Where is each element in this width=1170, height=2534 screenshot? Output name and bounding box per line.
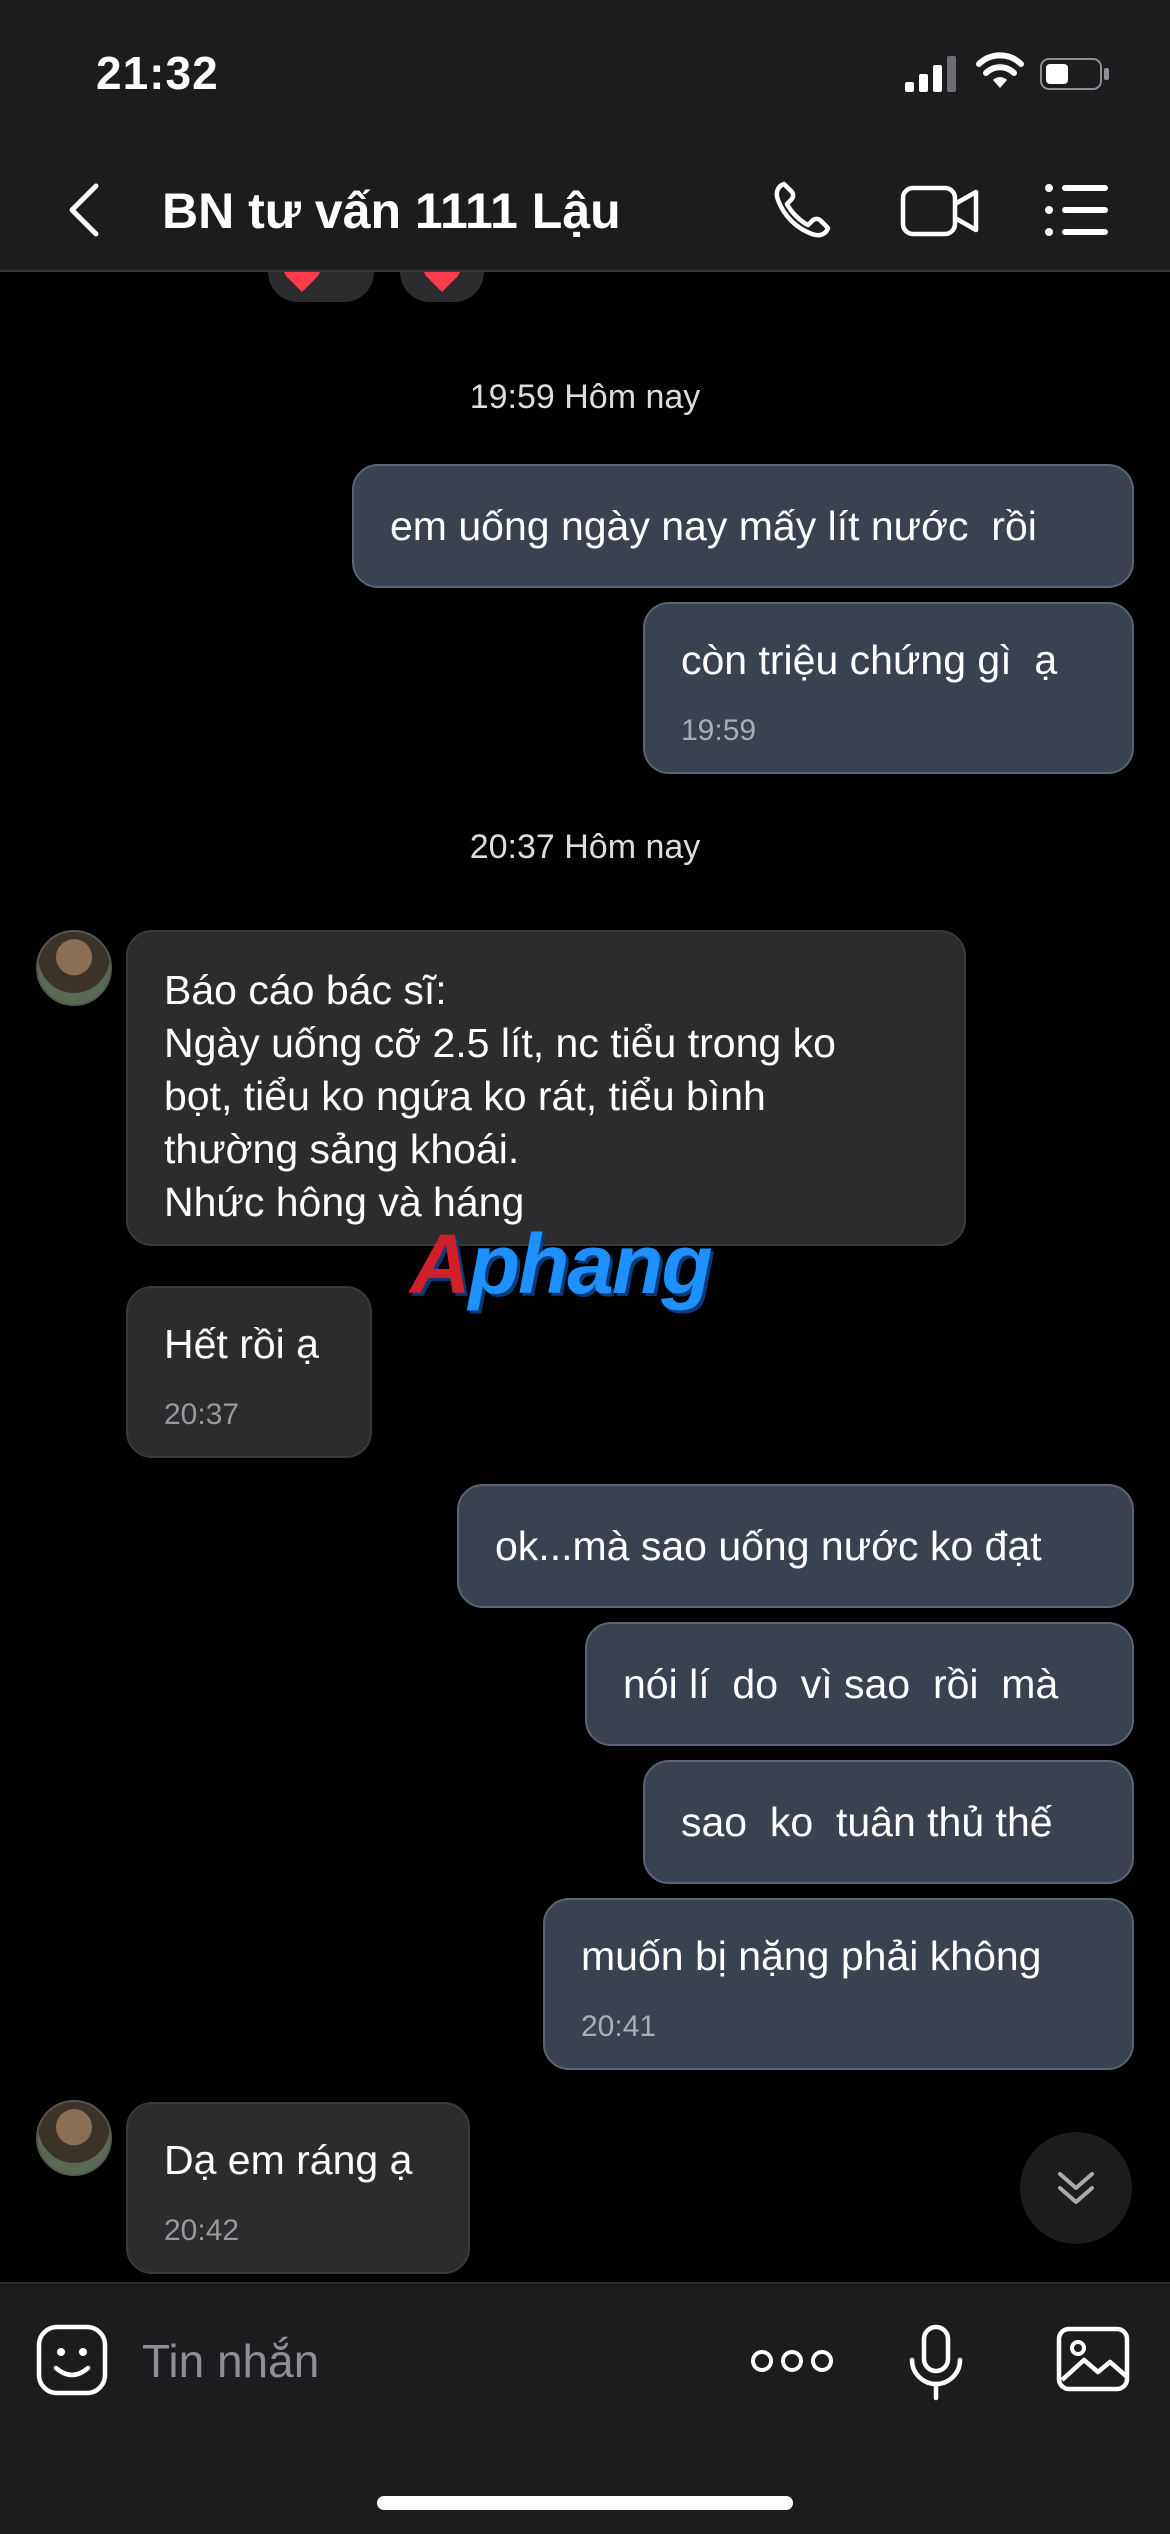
timestamp-divider: 20:37 Hôm nay bbox=[469, 828, 701, 866]
image-gallery-icon[interactable] bbox=[1056, 2326, 1130, 2392]
message-text: nói lí do vì sao rồi mà bbox=[623, 1661, 1059, 1707]
message-input[interactable] bbox=[140, 2318, 704, 2404]
message-time: 20:37 bbox=[164, 1398, 240, 1431]
microphone-icon[interactable] bbox=[906, 2324, 966, 2402]
message-time: 20:41 bbox=[581, 2010, 657, 2043]
composer-bar bbox=[0, 2282, 1170, 2534]
message-text: còn triệu chứng gì ạ bbox=[681, 637, 1058, 683]
chat-header: BN tư vấn 1111 Lậu bbox=[0, 150, 1170, 272]
heart-icon bbox=[284, 272, 320, 292]
outgoing-message[interactable]: em uống ngày nay mấy lít nước rồi bbox=[352, 464, 1134, 588]
scroll-to-bottom-button[interactable] bbox=[1020, 2132, 1132, 2244]
message-text: em uống ngày nay mấy lít nước rồi bbox=[390, 503, 1037, 549]
heart-icon bbox=[424, 272, 460, 292]
menu-list-icon[interactable] bbox=[1044, 182, 1110, 238]
outgoing-message[interactable]: nói lí do vì sao rồi mà bbox=[585, 1622, 1134, 1746]
home-indicator bbox=[377, 2496, 793, 2510]
phone-call-icon[interactable] bbox=[770, 178, 834, 242]
avatar[interactable] bbox=[36, 930, 112, 1006]
incoming-message[interactable]: Hết rồi ạ 20:37 bbox=[126, 1286, 372, 1458]
message-time: 20:42 bbox=[164, 2214, 240, 2247]
outgoing-message[interactable]: còn triệu chứng gì ạ 19:59 bbox=[643, 602, 1134, 774]
conversation-title[interactable]: BN tư vấn 1111 Lậu bbox=[162, 182, 621, 240]
sticker-emoji-icon[interactable] bbox=[36, 2324, 108, 2396]
avatar[interactable] bbox=[36, 2100, 112, 2176]
message-text: ok...mà sao uống nước ko đạt bbox=[495, 1523, 1042, 1569]
message-text: Báo cáo bác sĩ: Ngày uống cỡ 2.5 lít, nc… bbox=[164, 967, 836, 1225]
chevron-double-down-icon bbox=[1058, 2172, 1094, 2204]
message-text: Hết rồi ạ bbox=[164, 1321, 319, 1367]
battery-icon bbox=[1040, 58, 1109, 90]
watermark-logo: Aphang bbox=[410, 1216, 713, 1313]
back-arrow-icon[interactable] bbox=[60, 180, 110, 240]
message-time: 19:59 bbox=[681, 714, 757, 747]
timestamp-divider: 19:59 Hôm nay bbox=[469, 378, 701, 416]
wifi-icon bbox=[976, 52, 1024, 88]
message-text: Dạ em ráng ạ bbox=[164, 2137, 413, 2183]
status-time: 21:32 bbox=[96, 47, 219, 99]
message-list[interactable]: 19:59 Hôm nay em uống ngày nay mấy lít n… bbox=[0, 272, 1170, 2282]
video-call-icon[interactable] bbox=[900, 184, 980, 238]
incoming-message[interactable]: Dạ em ráng ạ 20:42 bbox=[126, 2102, 470, 2274]
signal-icon bbox=[905, 56, 956, 92]
watermark-part: A bbox=[410, 1217, 471, 1311]
message-text: muốn bị nặng phải không bbox=[581, 1933, 1042, 1979]
reaction-chip[interactable] bbox=[268, 272, 374, 302]
outgoing-message[interactable]: ok...mà sao uống nước ko đạt bbox=[457, 1484, 1134, 1608]
message-text: sao ko tuân thủ thế bbox=[681, 1799, 1053, 1845]
more-options-icon[interactable] bbox=[750, 2344, 834, 2378]
reaction-heart-button[interactable] bbox=[400, 272, 484, 302]
outgoing-message[interactable]: sao ko tuân thủ thế bbox=[643, 1760, 1134, 1884]
watermark-part: phang bbox=[468, 1217, 713, 1311]
incoming-message[interactable]: Báo cáo bác sĩ: Ngày uống cỡ 2.5 lít, nc… bbox=[126, 930, 966, 1246]
status-bar: 21:32 bbox=[0, 0, 1170, 150]
outgoing-message[interactable]: muốn bị nặng phải không 20:41 bbox=[543, 1898, 1134, 2070]
